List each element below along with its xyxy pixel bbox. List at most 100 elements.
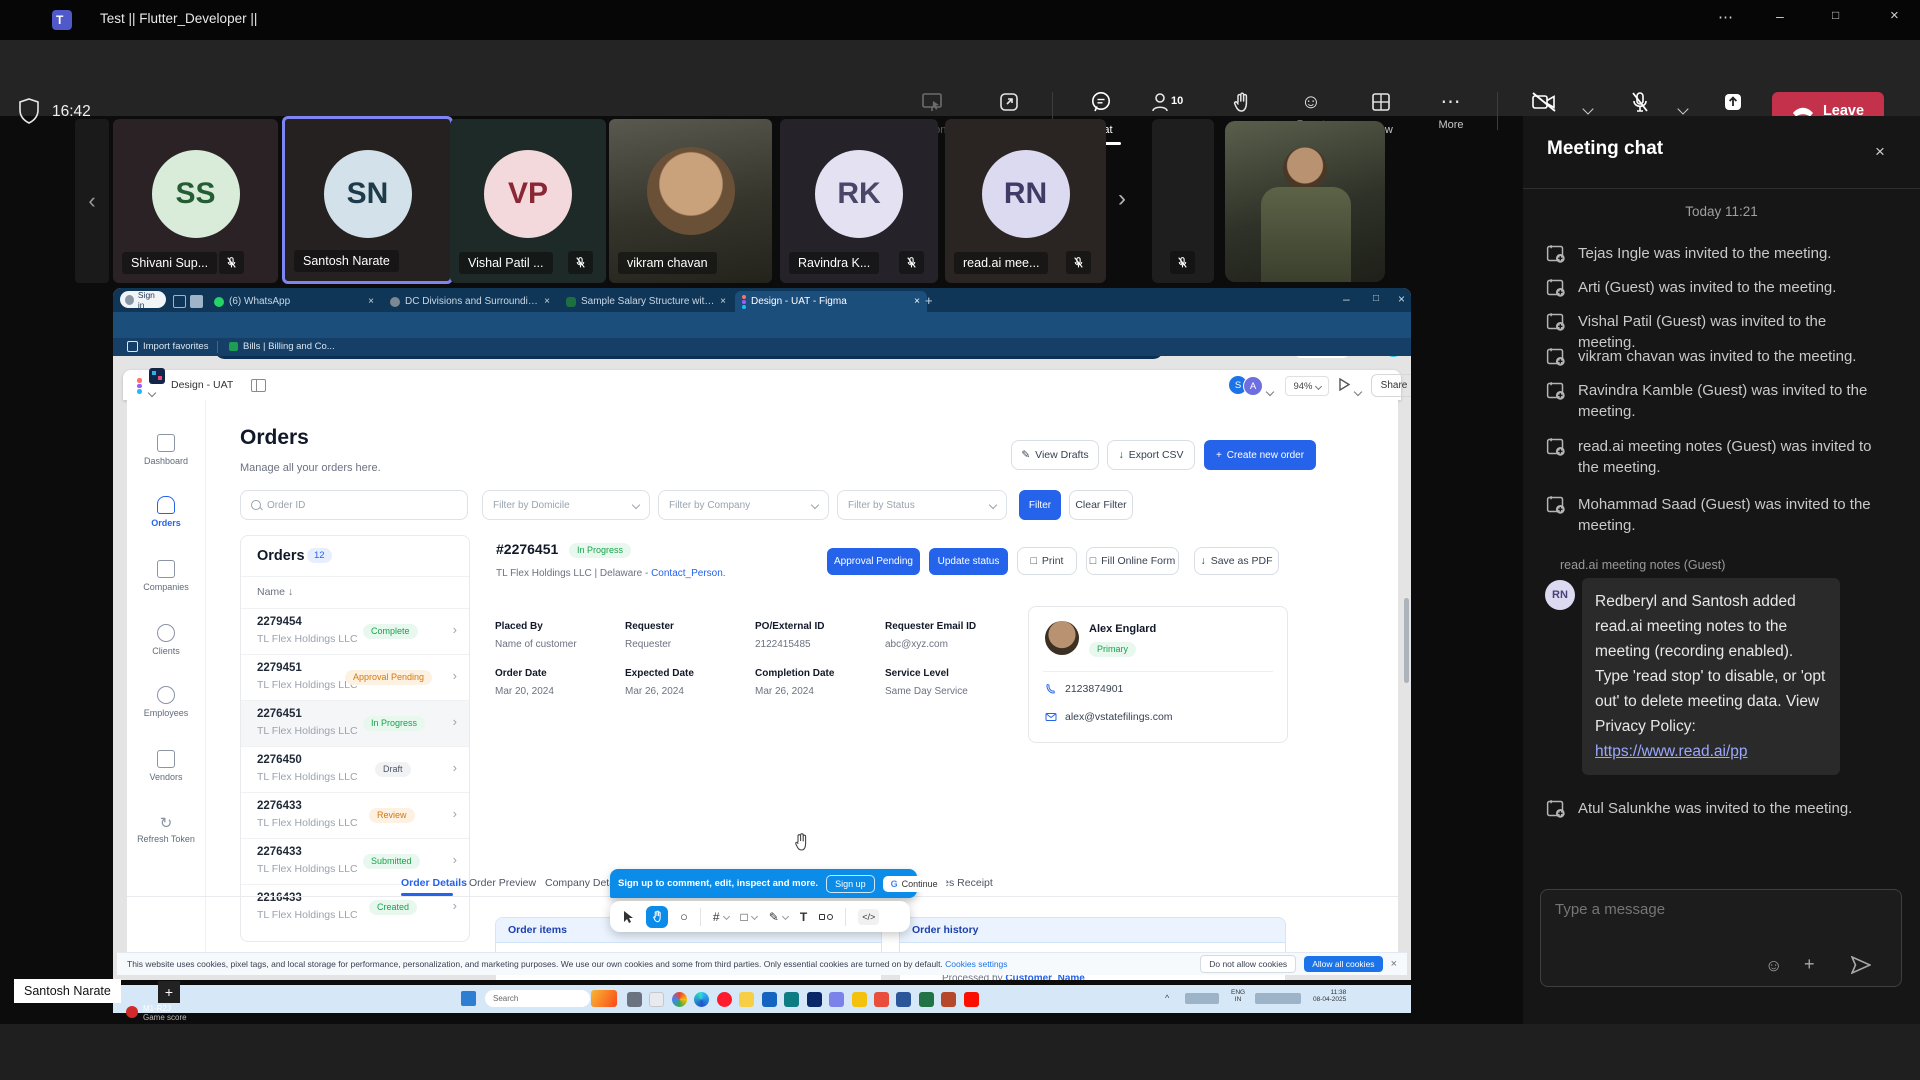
order-row[interactable]: 2276450TL Flex Holdings LLC Draft › bbox=[241, 746, 469, 793]
allow-cookies-button[interactable]: Allow all cookies bbox=[1304, 956, 1382, 972]
participant-tile-partial[interactable] bbox=[1152, 119, 1214, 283]
workspaces-icon[interactable] bbox=[190, 295, 203, 308]
contact-email-row[interactable]: alex@vstatefilings.com bbox=[1045, 711, 1173, 723]
move-tool-icon[interactable] bbox=[622, 910, 634, 924]
tab-close-icon[interactable]: × bbox=[544, 296, 550, 307]
app-icon[interactable] bbox=[627, 992, 642, 1007]
spotlight-video-tile[interactable] bbox=[1225, 121, 1385, 282]
minimize-icon[interactable]: – bbox=[1776, 8, 1784, 24]
order-row[interactable]: 2216433TL Flex Holdings LLC Created › bbox=[241, 884, 469, 931]
send-icon[interactable] bbox=[1851, 956, 1871, 974]
sidebar-item-companies[interactable]: Companies bbox=[127, 560, 205, 592]
bookmark-item[interactable]: Bills | Billing and Co... bbox=[229, 341, 335, 352]
tiles-scroll-right-button[interactable]: › bbox=[1118, 185, 1126, 213]
update-status-button[interactable]: Update status bbox=[929, 548, 1008, 575]
shield-icon[interactable] bbox=[852, 992, 867, 1007]
participant-tile-active-speaker[interactable]: SN Santosh Narate bbox=[282, 116, 453, 284]
outlook-icon[interactable] bbox=[807, 992, 822, 1007]
folder-icon[interactable] bbox=[739, 992, 754, 1007]
name-column-header[interactable]: Name ↓ bbox=[257, 586, 293, 598]
canvas-scrollbar[interactable] bbox=[1404, 598, 1409, 683]
close-icon[interactable]: × bbox=[1890, 7, 1899, 24]
chrome-icon[interactable] bbox=[672, 992, 687, 1007]
view-drafts-button[interactable]: ✎View Drafts bbox=[1011, 440, 1099, 470]
participant-tile[interactable]: SS Shivani Sup... bbox=[113, 119, 278, 283]
browser-tab[interactable]: Sample Salary Structure with calc × bbox=[559, 291, 733, 312]
tab-close-icon[interactable]: × bbox=[720, 296, 726, 307]
participant-tile[interactable]: VP Vishal Patil ... bbox=[450, 119, 606, 283]
contact-person-link[interactable]: Contact_Person. bbox=[651, 568, 726, 579]
figma-share-button[interactable]: Share bbox=[1371, 374, 1411, 397]
figma-menu-icon[interactable] bbox=[137, 378, 142, 394]
shared-search-highlight-image[interactable] bbox=[591, 990, 617, 1007]
browser-signin-chip[interactable]: Sign in bbox=[120, 291, 166, 308]
present-button[interactable] bbox=[1337, 377, 1351, 397]
export-csv-button[interactable]: ↓Export CSV bbox=[1107, 440, 1195, 470]
teams-icon[interactable] bbox=[829, 992, 844, 1007]
approval-pending-button[interactable]: Approval Pending bbox=[827, 548, 920, 575]
browser-minimize-icon[interactable]: – bbox=[1343, 292, 1350, 306]
excel-icon[interactable] bbox=[919, 992, 934, 1007]
dev-mode-icon[interactable]: </> bbox=[858, 909, 879, 925]
text-tool-icon[interactable]: T bbox=[800, 910, 807, 924]
tab-actions-icon[interactable] bbox=[173, 295, 186, 308]
save-as-pdf-button[interactable]: ↓Save as PDF bbox=[1194, 547, 1279, 575]
filter-button[interactable]: Filter bbox=[1019, 490, 1061, 520]
filter-domicile-select[interactable]: Filter by Domicile bbox=[482, 490, 650, 520]
print-button[interactable]: □Print bbox=[1017, 547, 1077, 575]
sidebar-item-clients[interactable]: Clients bbox=[127, 624, 205, 656]
fill-online-form-button[interactable]: □Fill Online Form bbox=[1086, 547, 1179, 575]
participant-tile[interactable]: RN read.ai mee... bbox=[945, 119, 1106, 283]
sidebar-item-refresh-token[interactable]: ↻Refresh Token bbox=[127, 814, 205, 844]
edge-icon[interactable] bbox=[694, 992, 709, 1007]
chat-input-box[interactable]: ☺ + bbox=[1540, 889, 1902, 987]
attach-plus-icon[interactable]: + bbox=[1804, 954, 1815, 975]
maximize-icon[interactable]: □ bbox=[1832, 8, 1839, 22]
create-new-order-button[interactable]: +Create new order bbox=[1204, 440, 1316, 470]
filter-status-select[interactable]: Filter by Status bbox=[837, 490, 1007, 520]
window-more-icon[interactable]: ⋯ bbox=[1718, 8, 1733, 26]
shared-start-icon[interactable] bbox=[461, 991, 476, 1006]
shared-tray-chevron[interactable]: ^ bbox=[1165, 993, 1169, 1003]
privacy-policy-link[interactable]: https://www.read.ai/pp bbox=[1595, 743, 1748, 760]
tab-order-preview[interactable]: Order Preview bbox=[469, 877, 536, 889]
cookie-settings-link[interactable]: Cookies settings bbox=[945, 959, 1007, 969]
import-favorites-button[interactable]: Import favorites bbox=[127, 341, 208, 352]
app-icon[interactable] bbox=[784, 992, 799, 1007]
shared-search-box[interactable]: Search bbox=[485, 990, 590, 1007]
cookie-close-icon[interactable]: × bbox=[1391, 958, 1397, 970]
sidebar-item-orders[interactable]: Orders bbox=[127, 496, 205, 528]
shape-tool-icon[interactable]: □ bbox=[741, 910, 748, 924]
message-input[interactable] bbox=[1553, 900, 1887, 919]
popup-google-continue-button[interactable]: G Continue bbox=[883, 876, 946, 892]
sidebar-item-vendors[interactable]: Vendors bbox=[127, 750, 205, 782]
hand-tool-icon-selected[interactable] bbox=[646, 906, 668, 928]
collaborator-avatar[interactable]: A bbox=[1243, 376, 1263, 396]
powerpoint-icon[interactable] bbox=[941, 992, 956, 1007]
zoom-select[interactable]: 94% bbox=[1285, 376, 1329, 396]
frame-tool-icon[interactable]: # bbox=[713, 910, 720, 924]
pen-tool-icon[interactable]: ✎ bbox=[769, 910, 779, 924]
opera-icon[interactable] bbox=[717, 992, 732, 1007]
order-id-search[interactable]: Order ID bbox=[240, 490, 468, 520]
tiles-scroll-left-button[interactable]: ‹ bbox=[75, 119, 109, 283]
popup-signup-button[interactable]: Sign up bbox=[826, 875, 875, 893]
more-button[interactable]: ⋯ More bbox=[1418, 90, 1484, 131]
tab-close-icon[interactable]: × bbox=[368, 296, 374, 307]
participant-tile[interactable]: RK Ravindra K... bbox=[780, 119, 938, 283]
order-row-selected[interactable]: 2276451TL Flex Holdings LLC In Progress … bbox=[241, 700, 469, 747]
word-icon[interactable] bbox=[896, 992, 911, 1007]
deny-cookies-button[interactable]: Do not allow cookies bbox=[1200, 955, 1296, 973]
emoji-icon[interactable]: ☺ bbox=[1765, 956, 1782, 976]
browser-tab[interactable]: (6) WhatsApp × bbox=[207, 291, 381, 312]
app-icon[interactable] bbox=[762, 992, 777, 1007]
filter-company-select[interactable]: Filter by Company bbox=[658, 490, 829, 520]
clear-filter-button[interactable]: Clear Filter bbox=[1069, 490, 1133, 520]
order-row[interactable]: 2276433TL Flex Holdings LLC Review › bbox=[241, 792, 469, 839]
figma-file-title[interactable]: Design - UAT bbox=[171, 379, 233, 391]
browser-maximize-icon[interactable]: □ bbox=[1373, 293, 1379, 304]
overlay-plus-button[interactable]: + bbox=[158, 981, 180, 1003]
acrobat-icon[interactable] bbox=[964, 992, 979, 1007]
contact-phone-row[interactable]: 2123874901 bbox=[1045, 683, 1123, 695]
pages-panel-icon[interactable] bbox=[251, 379, 266, 392]
